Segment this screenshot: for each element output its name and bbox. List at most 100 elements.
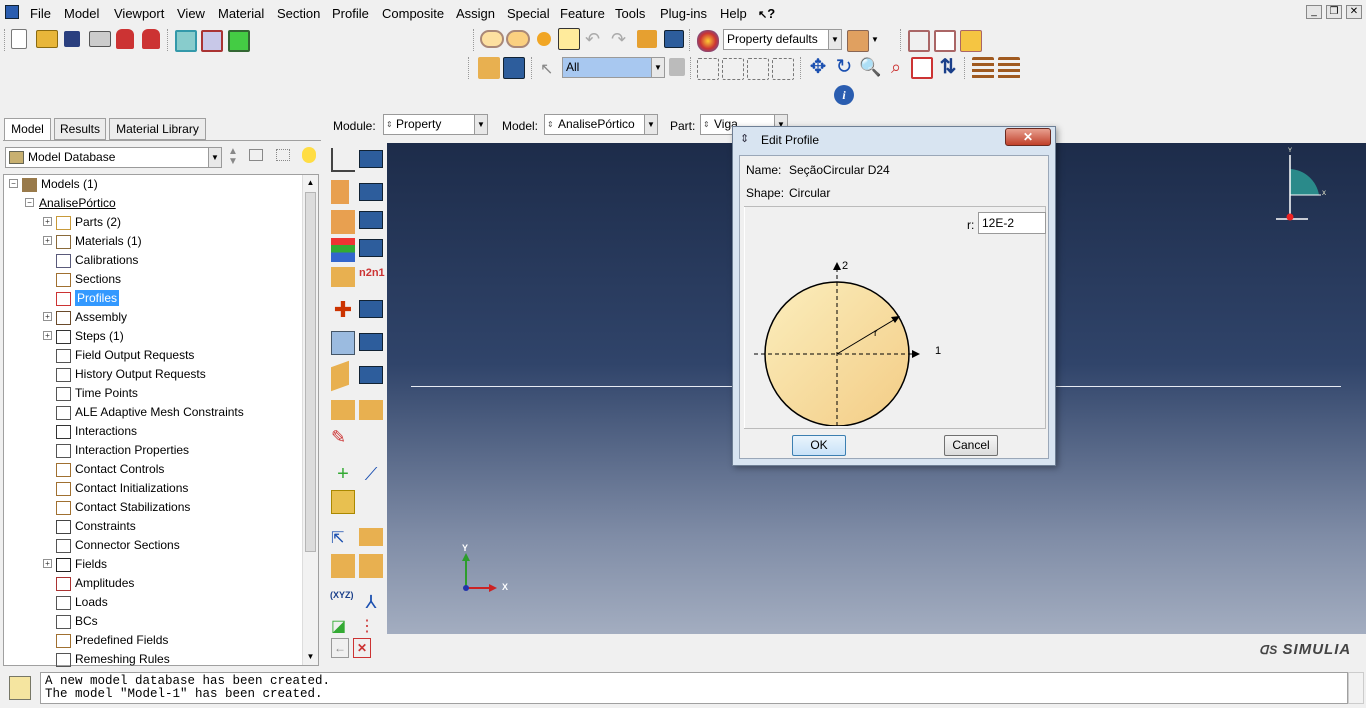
create-profile-icon[interactable]: ✚ <box>331 298 355 322</box>
tree-item-field-output-requests[interactable]: Field Output Requests <box>56 346 194 365</box>
create-skin-icon[interactable] <box>331 331 355 355</box>
menu-section[interactable]: Section <box>277 6 320 21</box>
tree-item-model[interactable]: AnalisePórtico <box>39 194 116 213</box>
select-region-icon[interactable] <box>722 58 744 80</box>
tree-item-parts[interactable]: Parts (2) <box>56 213 121 232</box>
radius-input[interactable]: 12E-2 <box>978 212 1046 234</box>
sphere-icon[interactable] <box>537 32 551 46</box>
boolean-view-icon[interactable] <box>506 30 530 48</box>
undo-icon[interactable]: ↶ <box>585 30 607 52</box>
menu-tools[interactable]: Tools <box>615 6 645 21</box>
scroll-up-icon[interactable]: ▲ <box>303 175 318 190</box>
zoom-icon[interactable]: 🔍 <box>859 57 881 79</box>
tree-item-fields[interactable]: Fields <box>56 555 107 574</box>
views-icon[interactable] <box>480 30 504 48</box>
module-select[interactable]: ⇕ Property ▼ <box>383 114 488 135</box>
menu-composite[interactable]: Composite <box>382 6 444 21</box>
render-style-select[interactable]: Property defaults ▼ <box>723 29 842 50</box>
tree-item-contact-stabilizations[interactable]: Contact Stabilizations <box>56 498 190 517</box>
render-cube-icon[interactable] <box>847 30 869 52</box>
tree-item-predefined-fields[interactable]: Predefined Fields <box>56 631 168 650</box>
tab-model[interactable]: Model <box>4 118 51 141</box>
assignment-manager-icon[interactable] <box>359 211 383 229</box>
profile-manager-icon[interactable] <box>359 300 383 318</box>
database-select[interactable]: Model Database ▼ <box>5 147 222 168</box>
sort-arrows-icon[interactable]: ▲ ▼ <box>228 147 238 167</box>
expand-parts[interactable]: + <box>43 217 52 226</box>
assign-icon[interactable] <box>478 57 500 79</box>
menu-plugins[interactable]: Plug-ins <box>660 6 707 21</box>
manager-icon[interactable] <box>503 57 525 79</box>
tree-item-interaction-properties[interactable]: Interaction Properties <box>56 441 189 460</box>
skin-manager-icon[interactable] <box>359 333 383 351</box>
render-dropdown-icon[interactable]: ▼ <box>871 35 879 44</box>
shaded-cube-icon[interactable] <box>960 30 982 52</box>
ok-button[interactable]: OK <box>792 435 846 456</box>
query-icon[interactable]: ⇱ <box>331 528 355 552</box>
menu-material[interactable]: Material <box>218 6 264 21</box>
save-icon[interactable] <box>64 31 80 47</box>
selection-options-icon[interactable] <box>669 58 685 76</box>
skin-reinforce-icon[interactable]: ✎ <box>331 427 355 451</box>
menu-profile[interactable]: Profile <box>332 6 369 21</box>
select-poly-icon[interactable] <box>747 58 769 80</box>
springs-icon[interactable] <box>359 400 383 420</box>
tree-item-models[interactable]: Models (1) <box>22 175 98 194</box>
print-icon[interactable] <box>89 31 111 47</box>
expand-materials[interactable]: + <box>43 236 52 245</box>
tree-up-icon[interactable] <box>249 149 263 161</box>
section-assign-icon[interactable] <box>972 57 994 79</box>
info-icon[interactable]: i <box>834 85 854 105</box>
orientation-manager-icon[interactable] <box>359 239 383 257</box>
cancel-icon[interactable]: ✕ <box>353 638 371 658</box>
assign-orientation-icon[interactable] <box>331 238 355 262</box>
select-arrow-icon[interactable]: ↖ <box>540 59 562 81</box>
tree-item-history-output-requests[interactable]: History Output Requests <box>56 365 206 384</box>
tree-scrollbar[interactable]: ▲ ▼ <box>302 175 318 665</box>
datum-axis-icon[interactable]: ⟋ <box>359 462 383 486</box>
section-manager-icon[interactable] <box>359 183 383 201</box>
deform-view-icon[interactable] <box>201 30 223 52</box>
tree-hint-icon[interactable] <box>302 147 316 163</box>
import-icon[interactable] <box>116 29 134 49</box>
menu-model[interactable]: Model <box>64 6 99 21</box>
menu-feature[interactable]: Feature <box>560 6 605 21</box>
menu-help[interactable]: Help <box>720 6 747 21</box>
restore-icon[interactable]: ❐ <box>1326 5 1342 19</box>
open-folder-icon[interactable] <box>36 30 58 48</box>
tree-item-amplitudes[interactable]: Amplitudes <box>56 574 134 593</box>
model-select[interactable]: ⇕ AnalisePórtico ▼ <box>544 114 658 135</box>
tree-item-assembly[interactable]: Assembly <box>56 308 127 327</box>
tree-item-loads[interactable]: Loads <box>56 593 108 612</box>
box-zoom-icon[interactable]: ⌕ <box>885 57 907 79</box>
repair-icon[interactable] <box>331 554 355 578</box>
select-box-icon[interactable] <box>697 58 719 80</box>
menu-assign[interactable]: Assign <box>456 6 495 21</box>
back-icon[interactable]: ← <box>331 638 349 658</box>
expand-steps[interactable]: + <box>43 331 52 340</box>
selection-filter-select[interactable]: All ▼ <box>562 57 665 78</box>
message-scrollbar[interactable] <box>1348 672 1364 704</box>
redo-icon[interactable]: ↷ <box>611 30 633 52</box>
menu-view[interactable]: View <box>177 6 205 21</box>
tree-item-contact-initializations[interactable]: Contact Initializations <box>56 479 188 498</box>
create-material-icon[interactable] <box>331 148 355 172</box>
new-file-icon[interactable] <box>11 29 27 49</box>
tree-item-connector-sections[interactable]: Connector Sections <box>56 536 180 555</box>
datum-point-icon[interactable]: + <box>331 462 355 486</box>
csys-icon[interactable]: ⅄ <box>359 590 383 614</box>
material-manager-icon[interactable] <box>359 150 383 168</box>
xyz-icon[interactable]: (XYZ) <box>330 590 354 614</box>
expand-fields[interactable]: + <box>43 559 52 568</box>
tree-item-bcs[interactable]: BCs <box>56 612 98 631</box>
table-icon[interactable] <box>664 30 684 48</box>
create-stringer-icon[interactable] <box>331 360 349 392</box>
assign-beam-orientation-icon[interactable] <box>331 267 355 287</box>
tree-item-materials[interactable]: Materials (1) <box>56 232 142 251</box>
menu-file[interactable]: File <box>30 6 51 21</box>
tree-item-sections[interactable]: Sections <box>56 270 121 289</box>
partition-icon[interactable] <box>331 490 355 514</box>
close-icon[interactable]: ✕ <box>1346 5 1362 19</box>
rotate-icon[interactable]: ↻ <box>833 57 855 79</box>
tree-item-time-points[interactable]: Time Points <box>56 384 138 403</box>
